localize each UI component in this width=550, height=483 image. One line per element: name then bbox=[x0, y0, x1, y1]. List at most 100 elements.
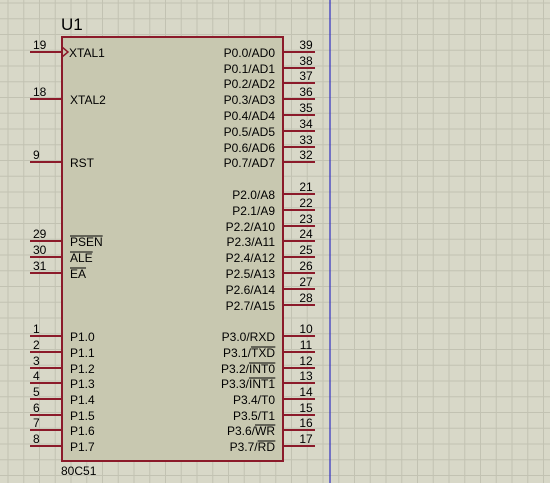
pin-label: XTAL2 bbox=[70, 93, 106, 107]
pin-number: 22 bbox=[299, 196, 313, 210]
pin-number: 5 bbox=[33, 385, 40, 399]
pin-label-overlined: TXD bbox=[251, 346, 275, 360]
pin-label: ALE bbox=[70, 251, 93, 265]
pin-number: 25 bbox=[299, 243, 313, 257]
pin-label: P1.5 bbox=[70, 409, 95, 423]
pin-label-main: P2.7/A15 bbox=[226, 299, 276, 313]
pin-label: P1.2 bbox=[70, 362, 95, 376]
pin-label: P0.3/AD3 bbox=[224, 93, 276, 107]
pin-label: P2.6/A14 bbox=[226, 283, 276, 297]
pin-label-main: P3.3/ bbox=[221, 377, 250, 391]
pin-label: P0.5/AD5 bbox=[224, 125, 276, 139]
pin-number: 7 bbox=[33, 416, 40, 430]
pin-label-main: P0.0/AD0 bbox=[224, 46, 276, 60]
pin-label: P1.1 bbox=[70, 346, 95, 360]
pin-number: 1 bbox=[33, 322, 40, 336]
pin-label: P1.7 bbox=[70, 440, 95, 454]
pin-label-main: P2.5/A13 bbox=[226, 267, 276, 281]
pin-number: 26 bbox=[299, 259, 313, 273]
pin-label: P3.3/INT1 bbox=[221, 377, 275, 391]
pin-number: 6 bbox=[33, 401, 40, 415]
pin-number: 39 bbox=[299, 38, 313, 52]
pin-number: 36 bbox=[299, 85, 313, 99]
pin-number: 10 bbox=[299, 322, 313, 336]
component-ref: U1 bbox=[61, 15, 83, 34]
pin-label: EA bbox=[70, 267, 86, 281]
pin-label-main: P2.3/A11 bbox=[227, 235, 276, 249]
pin-label: P0.2/AD2 bbox=[224, 77, 276, 91]
pin-label-main: P2.6/A14 bbox=[226, 283, 276, 297]
pin-number: 37 bbox=[299, 69, 313, 83]
pin-number: 9 bbox=[33, 148, 40, 162]
pin-label: P0.1/AD1 bbox=[224, 62, 276, 76]
pin-label-main: P2.4/A12 bbox=[226, 251, 276, 265]
pin-label: P1.3 bbox=[70, 377, 95, 391]
pin-label-main: P0.3/AD3 bbox=[224, 93, 276, 107]
pin-number: 8 bbox=[33, 432, 40, 446]
pin-label: P2.7/A15 bbox=[226, 299, 276, 313]
pin-label: P3.5/T1 bbox=[233, 409, 275, 423]
pin-label-main: P2.0/A8 bbox=[232, 188, 275, 202]
pin-label: P1.0 bbox=[70, 330, 95, 344]
pin-label-main: P3.1/ bbox=[223, 346, 252, 360]
pin-label: P2.0/A8 bbox=[232, 188, 275, 202]
pin-number: 17 bbox=[299, 432, 313, 446]
pin-label: RST bbox=[70, 156, 95, 170]
pin-number: 19 bbox=[33, 38, 47, 52]
pin-label: P0.4/AD4 bbox=[224, 109, 276, 123]
pin-number: 11 bbox=[300, 338, 313, 352]
pin-number: 24 bbox=[299, 227, 313, 241]
pin-number: 34 bbox=[299, 117, 313, 131]
pin-label-main: P0.4/AD4 bbox=[224, 109, 276, 123]
pin-label-main: P3.2/ bbox=[221, 362, 250, 376]
pin-label-main: P3.7/ bbox=[230, 440, 259, 454]
pin-number: 14 bbox=[299, 385, 313, 399]
pin-number: 30 bbox=[33, 243, 47, 257]
chip-80c51[interactable]: U1 80C51 19XTAL118XTAL29RST29PSEN30ALE31… bbox=[30, 15, 315, 478]
pin-label: P0.0/AD0 bbox=[224, 46, 276, 60]
pin-number: 2 bbox=[33, 338, 40, 352]
pin-label: PSEN bbox=[70, 235, 103, 249]
pin-number: 28 bbox=[299, 291, 313, 305]
pin-number: 27 bbox=[299, 275, 313, 289]
pin-label-main: P3.5/T1 bbox=[233, 409, 275, 423]
pin-number: 38 bbox=[299, 54, 313, 68]
pin-label: P3.7/RD bbox=[230, 440, 276, 454]
pin-label-main: P3.0/RXD bbox=[222, 330, 276, 344]
pin-label: P2.5/A13 bbox=[226, 267, 276, 281]
pin-label: P3.4/T0 bbox=[233, 393, 275, 407]
pin-number: 3 bbox=[33, 354, 40, 368]
pin-label: P1.6 bbox=[70, 424, 95, 438]
pin-label: P3.0/RXD bbox=[222, 330, 276, 344]
pin-label: P0.7/AD7 bbox=[224, 156, 276, 170]
pin-number: 13 bbox=[299, 369, 313, 383]
pin-number: 32 bbox=[299, 148, 313, 162]
pin-number: 21 bbox=[299, 180, 313, 194]
pin-label-main: P2.2/A10 bbox=[226, 220, 276, 234]
pin-number: 23 bbox=[299, 212, 313, 226]
pin-number: 33 bbox=[299, 133, 313, 147]
pin-number: 4 bbox=[33, 369, 40, 383]
pin-label-overlined: INT1 bbox=[249, 377, 275, 391]
pin-label-overlined: INT0 bbox=[249, 362, 275, 376]
pin-label: P2.1/A9 bbox=[232, 204, 275, 218]
pin-label: P3.2/INT0 bbox=[221, 362, 275, 376]
pin-label-overlined: WR bbox=[255, 424, 275, 438]
schematic-canvas[interactable]: U1 80C51 19XTAL118XTAL29RST29PSEN30ALE31… bbox=[0, 0, 550, 483]
pin-label-main: P2.1/A9 bbox=[232, 204, 275, 218]
pin-label-main: P0.2/AD2 bbox=[224, 77, 276, 91]
pin-label-main: P3.6/ bbox=[227, 424, 256, 438]
component-part: 80C51 bbox=[61, 464, 97, 478]
pin-number: 31 bbox=[33, 259, 47, 273]
pin-number: 15 bbox=[299, 401, 313, 415]
pin-label-main: P0.1/AD1 bbox=[224, 62, 276, 76]
pin-label: P2.2/A10 bbox=[226, 220, 276, 234]
pin-label-main: P0.5/AD5 bbox=[224, 125, 276, 139]
pin-number: 29 bbox=[33, 227, 47, 241]
pin-label: P1.4 bbox=[70, 393, 95, 407]
pin-label: P3.1/TXD bbox=[223, 346, 275, 360]
pin-label-main: P0.6/AD6 bbox=[224, 141, 276, 155]
pin-number: 18 bbox=[33, 85, 47, 99]
pin-label: P2.4/A12 bbox=[226, 251, 276, 265]
pin-number: 35 bbox=[299, 101, 313, 115]
